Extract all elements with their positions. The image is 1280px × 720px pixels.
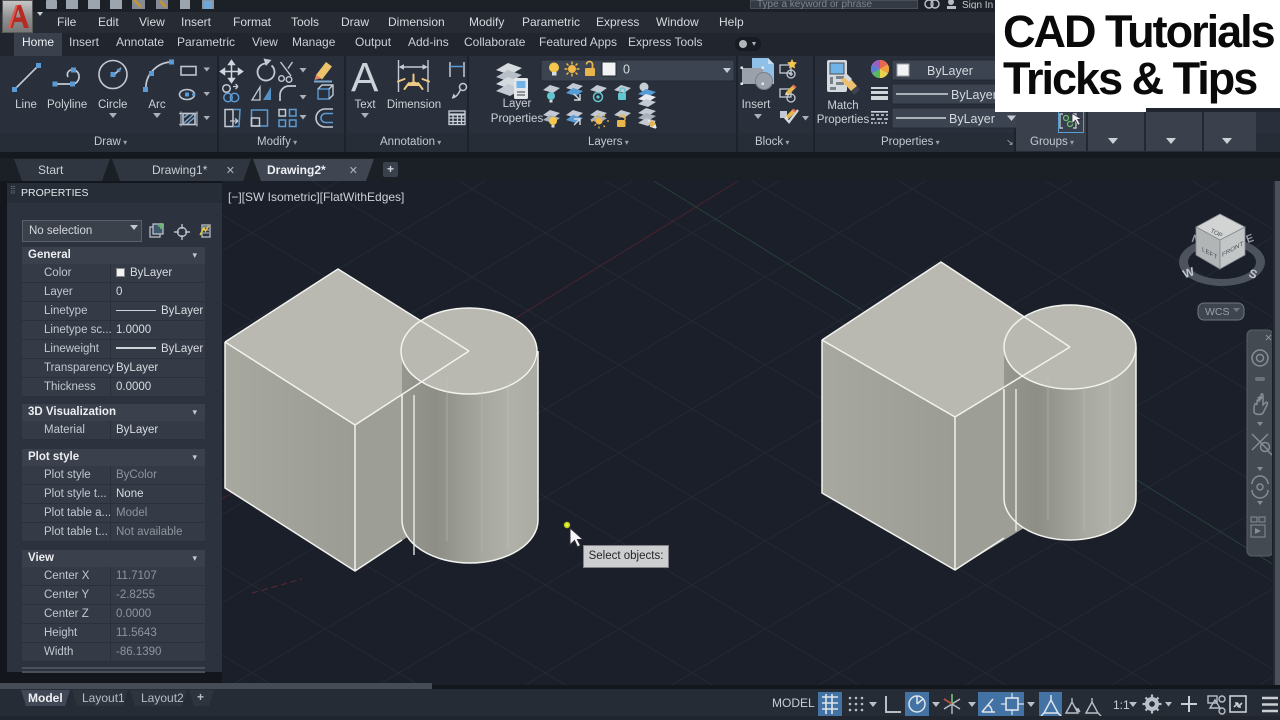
svg-text:ByLayer: ByLayer [927, 64, 973, 78]
svg-text:ByLayer: ByLayer [949, 112, 995, 126]
svg-text:ByLayer: ByLayer [951, 88, 997, 102]
svg-text:A: A [351, 56, 379, 100]
svg-text:WCS: WCS [1205, 306, 1230, 318]
svg-text:0: 0 [623, 63, 630, 77]
svg-text:Sign In: Sign In [962, 0, 993, 9]
svg-text:1:1: 1:1 [1113, 698, 1130, 712]
